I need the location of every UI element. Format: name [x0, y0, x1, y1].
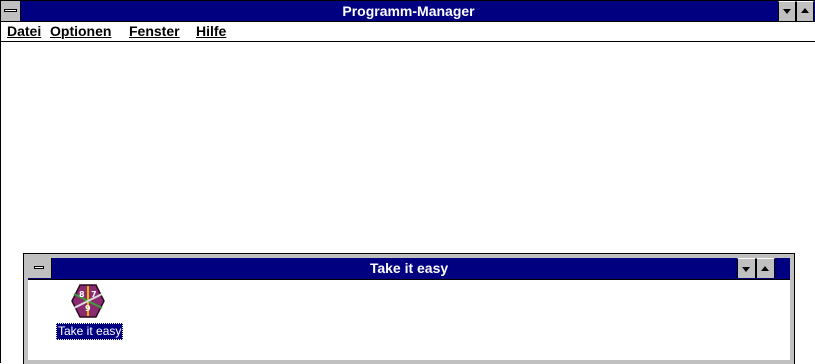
maximize-button[interactable] — [796, 1, 814, 21]
group-window-title: Take it easy — [369, 260, 449, 276]
program-manager-title: Programm-Manager — [342, 3, 475, 19]
menu-bar: Datei Optionen Fenster Hilfe — [1, 22, 815, 42]
minimize-arrow-icon — [783, 9, 791, 14]
menu-datei[interactable]: Datei — [7, 23, 41, 39]
group-maximize-button[interactable] — [756, 258, 775, 278]
program-item-take-it-easy[interactable]: 8 7 9 Take it easy — [56, 284, 124, 340]
minimize-button[interactable] — [778, 1, 796, 21]
svg-text:9: 9 — [85, 304, 91, 313]
group-window-body: 8 7 9 Take it easy — [28, 280, 790, 360]
svg-text:7: 7 — [91, 290, 97, 299]
take-it-easy-hexagon-icon: 8 7 9 — [71, 284, 105, 318]
group-minimize-arrow-icon — [742, 267, 750, 272]
system-menu-icon — [4, 9, 17, 12]
program-manager-window: Programm-Manager Datei Optionen Fenster … — [0, 0, 815, 364]
program-manager-titlebar[interactable]: Programm-Manager — [1, 1, 815, 22]
svg-text:8: 8 — [79, 290, 85, 299]
group-system-menu-icon — [34, 266, 44, 269]
group-system-menu-button[interactable] — [28, 258, 52, 278]
program-item-label: Take it easy — [56, 323, 124, 340]
group-window: Take it easy 8 7 9 Take it easy — [23, 253, 795, 364]
menu-fenster[interactable]: Fenster — [129, 23, 180, 39]
menu-hilfe[interactable]: Hilfe — [196, 23, 226, 39]
group-minimize-button[interactable] — [737, 258, 756, 278]
menu-optionen[interactable]: Optionen — [50, 23, 111, 39]
maximize-arrow-icon — [801, 8, 809, 13]
group-maximize-arrow-icon — [761, 266, 769, 271]
system-menu-button[interactable] — [1, 1, 21, 21]
group-window-titlebar[interactable]: Take it easy — [28, 258, 790, 280]
